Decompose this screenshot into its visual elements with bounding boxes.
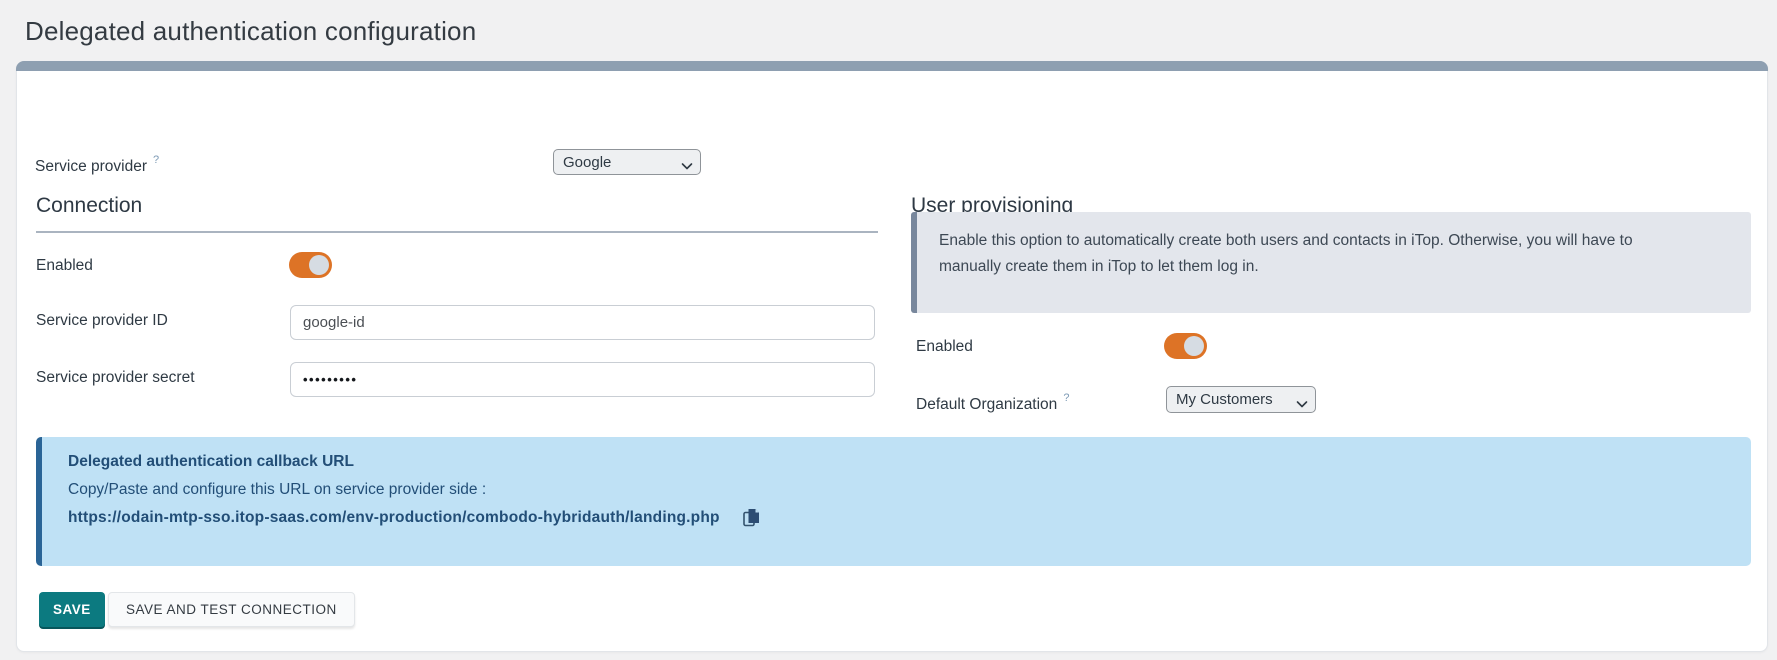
service-provider-secret-input[interactable] [290,362,875,397]
provisioning-enabled-label: Enabled [916,338,973,356]
config-panel: Service provider? Google Connection Enab… [16,61,1768,652]
connection-section-title: Connection [36,194,142,218]
chevron-down-icon [1296,396,1308,413]
callback-callout: Delegated authentication callback URL Co… [36,437,1751,566]
connection-enabled-toggle[interactable] [289,252,332,278]
connection-divider [36,231,878,233]
service-provider-id-input[interactable] [290,305,875,340]
service-provider-secret-label: Service provider secret [36,369,195,387]
callback-url: https://odain-mtp-sso.itop-saas.com/env-… [68,509,720,527]
toggle-knob [1184,336,1204,356]
save-and-test-connection-button[interactable]: SAVE AND TEST CONNECTION [108,592,355,627]
provisioning-info-text: Enable this option to automatically crea… [939,228,1669,280]
copy-icon[interactable] [742,507,761,528]
help-icon[interactable]: ? [153,154,159,166]
provisioning-enabled-toggle[interactable] [1164,333,1207,359]
callback-title: Delegated authentication callback URL [68,453,1727,471]
panel-topbar [16,61,1768,71]
default-organization-label: Default Organization? [916,392,1069,414]
provisioning-info-box: Enable this option to automatically crea… [911,212,1751,313]
service-provider-label: Service provider? [35,154,159,176]
connection-enabled-label: Enabled [36,257,93,275]
chevron-down-icon [681,158,693,175]
default-organization-select-value: My Customers [1176,391,1273,408]
page-title: Delegated authentication configuration [25,16,476,47]
default-organization-select[interactable]: My Customers [1166,386,1316,413]
save-button[interactable]: SAVE [39,592,105,627]
service-provider-select[interactable]: Google [553,149,701,175]
callback-instruction: Copy/Paste and configure this URL on ser… [68,481,1727,499]
service-provider-id-label: Service provider ID [36,312,168,330]
toggle-knob [309,255,329,275]
help-icon[interactable]: ? [1063,392,1069,404]
service-provider-select-value: Google [563,154,611,171]
